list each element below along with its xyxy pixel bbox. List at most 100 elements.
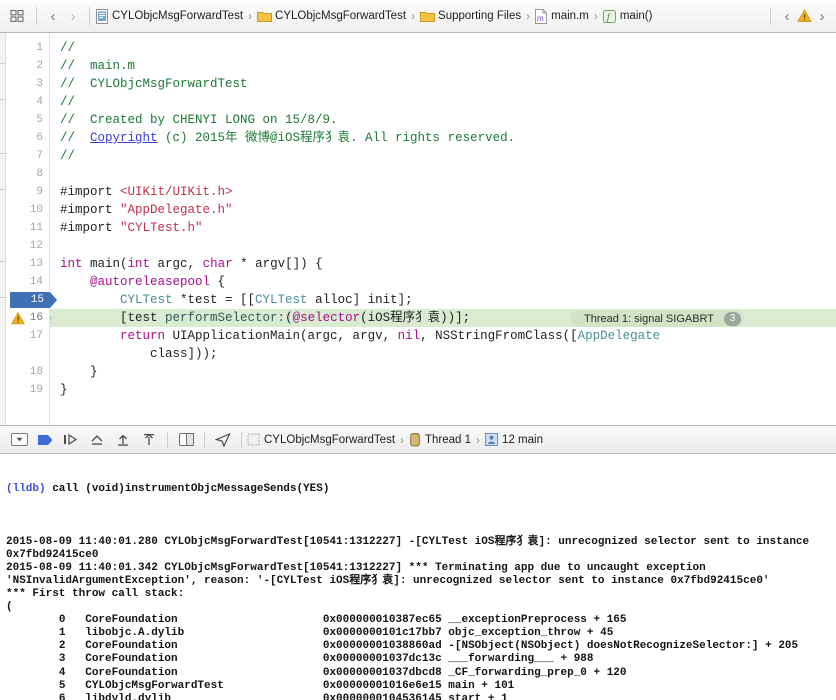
line-number[interactable]: 17 [19,327,43,345]
debug-crumb-process[interactable]: CYLObjcMsgForwardTest [247,433,395,446]
line-number[interactable]: 8 [19,165,43,183]
debug-crumb-frame[interactable]: 12 main [485,433,543,446]
jump-bar-divider-2 [89,7,90,25]
code-token: #import [60,185,120,199]
code-token: nil [398,329,421,343]
breadcrumb-item-symbol[interactable]: f main() [603,10,653,23]
warning-triangle-icon[interactable] [11,312,24,324]
line-number[interactable]: 5 [19,111,43,129]
hide-debug-area-button[interactable] [6,430,32,450]
navigate-back-button[interactable]: ‹ [43,9,63,24]
code-token: #import [60,203,120,217]
issue-bubble-sigabrt[interactable]: Thread 1: signal SIGABRT 3 [570,310,744,327]
debug-bar-divider-1 [167,432,168,448]
code-token: argc, [150,257,203,271]
code-token: "CYLTest.h" [120,221,203,235]
breadcrumb-chevron-icon: › [411,9,415,23]
stack-frame-icon [485,433,498,446]
step-up-button[interactable] [136,430,162,450]
warning-triangle-icon [797,9,812,23]
jump-bar-controls: ‹ › [4,7,96,25]
line-number[interactable]: 6 [19,129,43,147]
code-token: int [60,257,83,271]
step-over-button[interactable] [58,430,84,450]
code-area[interactable]: //// main.m// CYLObjcMsgForwardTest//// … [50,33,836,425]
code-line [60,165,836,183]
breadcrumb-chevron-icon: › [526,9,530,23]
line-number[interactable]: 19 [19,381,43,399]
source-editor[interactable]: 12345678910111213141516171819 //// main.… [0,33,836,426]
code-token: return [120,329,165,343]
code-line: // [60,39,836,57]
debug-crumb-label: Thread 1 [425,434,471,446]
function-symbol-icon: f [603,10,616,23]
next-issue-button[interactable]: › [812,9,832,24]
code-line: class])); [60,345,836,363]
breadcrumb-item-label: Supporting Files [438,10,521,22]
console-line: ( [6,601,830,614]
debug-crumb-thread[interactable]: Thread 1 [409,433,471,447]
code-line: // [60,93,836,111]
code-token: * argv[]) { [233,257,323,271]
code-token: [test [60,311,165,325]
debug-view-hierarchy-button[interactable] [173,430,199,450]
line-number[interactable]: 2 [19,57,43,75]
navigate-forward-button[interactable]: › [63,9,83,24]
related-items-icon[interactable] [10,9,24,23]
line-number[interactable]: 10 [19,201,43,219]
xcode-window: ‹ › CYLObjcMsgForwardTest › [0,0,836,700]
code-token: class])); [60,347,218,361]
debug-crumb-label: 12 main [502,434,543,446]
simulate-location-button[interactable] [210,430,236,450]
line-number[interactable]: 11 [19,219,43,237]
code-line: // CYLObjcMsgForwardTest [60,75,836,93]
breakpoint-marker[interactable]: 15 [10,292,50,308]
breadcrumb-item-label: CYLObjcMsgForwardTest [275,10,406,22]
code-token: ( [285,311,293,325]
line-number[interactable]: 4 [19,93,43,111]
line-number[interactable]: 18 [19,363,43,381]
line-number[interactable]: 1 [19,39,43,57]
debug-jump-bar: CYLObjcMsgForwardTest › Thread 1 › [247,433,543,447]
code-line: int main(int argc, char * argv[]) { [60,255,836,273]
code-token: char [203,257,233,271]
line-number[interactable]: 12 [19,237,43,255]
line-number[interactable]: 3 [19,75,43,93]
code-line [60,237,836,255]
line-number[interactable]: 14 [19,273,43,291]
code-token: // Created by CHENYI LONG on 15/8/9. [60,113,338,127]
code-token: { [210,275,225,289]
breadcrumb-item-group[interactable]: CYLObjcMsgForwardTest [257,10,406,22]
console-line: *** First throw call stack: [6,588,830,601]
breadcrumb-item-supporting-files[interactable]: Supporting Files [420,10,521,22]
code-token: #import [60,221,120,235]
code-token: CYLTest [255,293,308,307]
code-line: CYLTest *test = [[CYLTest alloc] init]; [60,291,836,309]
line-number[interactable]: 7 [19,147,43,165]
breadcrumb-item-label: main() [620,10,653,22]
code-line: #import <UIKit/UIKit.h> [60,183,836,201]
previous-issue-button[interactable]: ‹ [777,9,797,24]
code-line: #import "AppDelegate.h" [60,201,836,219]
code-line: @autoreleasepool { [60,273,836,291]
jump-bar-divider-3 [770,7,771,25]
step-out-button[interactable] [110,430,136,450]
issue-bubble-count[interactable]: 3 [724,312,741,326]
code-token: Copyright [90,131,158,145]
console-command-line: (lldb) call (void)instrumentObjcMessageS… [6,483,830,496]
step-into-button[interactable] [84,430,110,450]
code-line: return UIApplicationMain(argc, argv, nil… [60,327,836,345]
code-token: main( [83,257,128,271]
line-number[interactable]: 9 [19,183,43,201]
code-token: (iOS程序犭袁))]; [360,311,470,325]
line-number[interactable]: 13 [19,255,43,273]
continue-program-button[interactable] [32,430,58,450]
breadcrumb-item-project[interactable]: CYLObjcMsgForwardTest [96,9,243,24]
line-number-gutter[interactable]: 12345678910111213141516171819 [6,33,50,425]
breadcrumb-item-file[interactable]: m main.m [535,9,589,24]
code-token: "AppDelegate.h" [120,203,233,217]
process-icon [247,433,260,446]
source-code[interactable]: //// main.m// CYLObjcMsgForwardTest//// … [60,33,836,399]
console-output[interactable]: (lldb) call (void)instrumentObjcMessageS… [0,454,836,700]
debug-crumb-label: CYLObjcMsgForwardTest [264,434,395,446]
